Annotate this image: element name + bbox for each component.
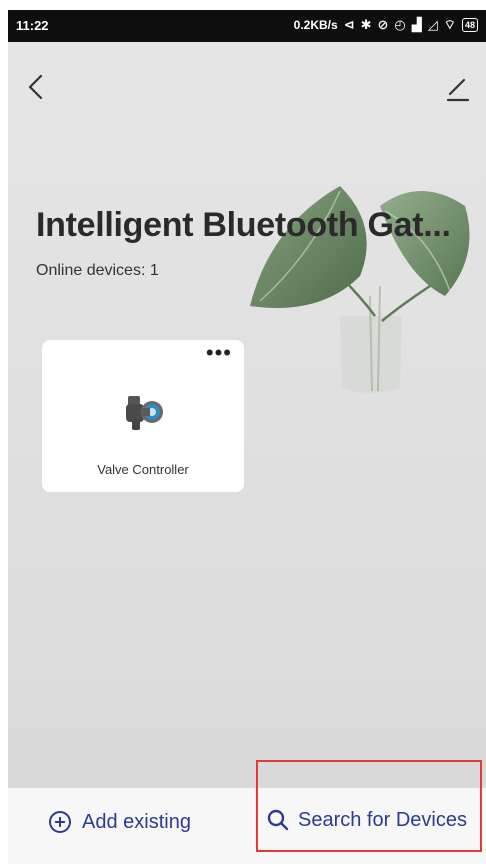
add-existing-label: Add existing (82, 810, 191, 833)
bluetooth-icon: ✱ (360, 17, 372, 32)
valve-controller-icon (126, 396, 163, 430)
search-devices-button[interactable]: Search for Devices (256, 760, 482, 852)
device-card[interactable]: ••• Valve Controller (42, 340, 244, 492)
wifi-icon: ⌔ (443, 17, 456, 32)
page-title: Intelligent Bluetooth Gat... (36, 206, 451, 244)
back-button[interactable] (26, 72, 54, 112)
chevron-left-icon (28, 74, 43, 100)
signal-icon: ▟ (411, 17, 422, 32)
add-existing-button[interactable]: Add existing (48, 810, 191, 834)
plus-circle-icon (49, 811, 71, 833)
online-devices-count: Online devices: 1 (36, 262, 159, 279)
battery-icon: 48 (461, 18, 478, 32)
plant-decoration (250, 186, 470, 393)
signal-2-icon: ◿ (427, 17, 438, 32)
network-speed: 0.2KB/s (293, 18, 338, 32)
alarm-icon: ◴ (394, 17, 406, 32)
mute-icon: ⊘ (377, 17, 389, 32)
search-devices-content: Search for Devices (266, 808, 467, 832)
device-name: Valve Controller (97, 462, 189, 477)
app-screen: 11:22 0.2KB/s ⊲ ✱ ⊘ ◴ ▟ ◿ ⌔ 48 Intellige… (8, 10, 486, 864)
more-options-icon[interactable]: ••• (206, 342, 232, 364)
pencil-icon (446, 78, 470, 102)
search-icon (267, 809, 289, 831)
edit-button[interactable] (444, 76, 472, 106)
location-icon: ⊲ (343, 17, 355, 32)
status-bar: 11:22 0.2KB/s ⊲ ✱ ⊘ ◴ ▟ ◿ ⌔ 48 (8, 10, 486, 42)
bottom-action-bar: Add existing Search for Devices (8, 760, 486, 864)
status-indicators: 0.2KB/s ⊲ ✱ ⊘ ◴ ▟ ◿ ⌔ 48 (294, 17, 478, 33)
search-devices-label: Search for Devices (298, 808, 467, 831)
status-time: 11:22 (16, 18, 49, 33)
